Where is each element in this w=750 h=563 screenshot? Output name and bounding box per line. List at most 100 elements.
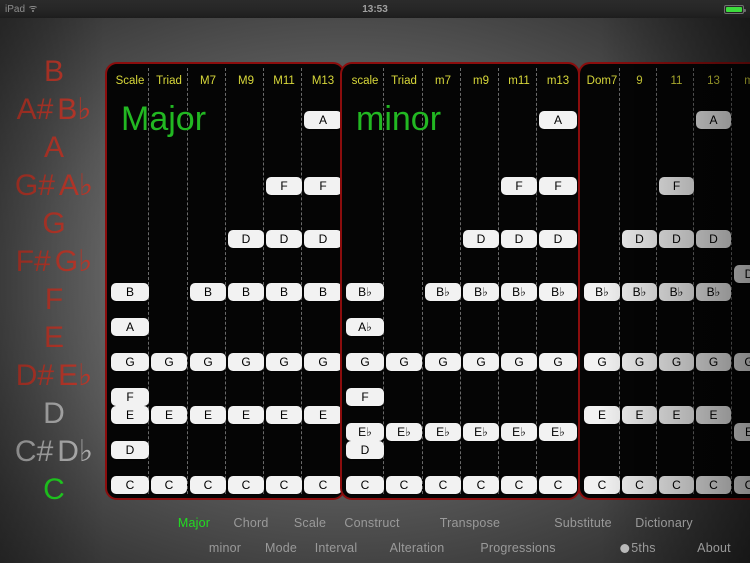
- note-chip[interactable]: D: [111, 441, 149, 459]
- note-chip[interactable]: B♭: [463, 283, 499, 301]
- note-chip[interactable]: B: [190, 283, 226, 301]
- menu-item-interval[interactable]: Interval: [315, 541, 358, 555]
- note-chip[interactable]: B♭: [539, 283, 577, 301]
- note-chip[interactable]: A: [111, 318, 149, 336]
- note-chip[interactable]: C: [346, 476, 384, 494]
- note-chip[interactable]: D: [346, 441, 384, 459]
- note-chip[interactable]: C: [734, 476, 750, 494]
- note-chip[interactable]: G: [228, 353, 264, 371]
- note-chip[interactable]: G: [622, 353, 657, 371]
- note-chip[interactable]: C: [622, 476, 657, 494]
- menu-item-progressions[interactable]: Progressions: [480, 541, 555, 555]
- note-chip[interactable]: C: [659, 476, 694, 494]
- column-header-m13[interactable]: M13: [304, 73, 342, 89]
- note-sharp-label[interactable]: F#: [16, 247, 51, 277]
- note-chip[interactable]: F: [304, 177, 342, 195]
- menu-item-construct[interactable]: Construct: [344, 516, 399, 530]
- note-sharp-label[interactable]: A#: [17, 95, 54, 125]
- note-chip[interactable]: C: [266, 476, 302, 494]
- note-chip[interactable]: C: [190, 476, 226, 494]
- note-chip[interactable]: G: [266, 353, 302, 371]
- note-chip[interactable]: E: [304, 406, 342, 424]
- column-header-m7[interactable]: m7: [425, 73, 461, 89]
- radio-icon[interactable]: [620, 544, 630, 553]
- note-flat-label[interactable]: A♭: [59, 171, 93, 201]
- note-chip[interactable]: G: [386, 353, 422, 371]
- note-chip[interactable]: C: [151, 476, 187, 494]
- note-chip[interactable]: E: [584, 406, 620, 424]
- note-chip[interactable]: B♭: [501, 283, 537, 301]
- note-chip[interactable]: F: [346, 388, 384, 406]
- note-chip[interactable]: D: [696, 230, 731, 248]
- note-chip[interactable]: C: [501, 476, 537, 494]
- note-chip[interactable]: B♭: [425, 283, 461, 301]
- note-chip[interactable]: B♭: [346, 283, 384, 301]
- column-header-m[interactable]: m: [734, 73, 750, 89]
- note-chip[interactable]: B: [111, 283, 149, 301]
- note-sharp-label[interactable]: B: [44, 57, 64, 87]
- note-chip[interactable]: F: [266, 177, 302, 195]
- note-sharp-label[interactable]: D#: [16, 361, 54, 391]
- menu-item-about[interactable]: About: [697, 541, 731, 555]
- note-chip[interactable]: G: [539, 353, 577, 371]
- note-chip[interactable]: E: [228, 406, 264, 424]
- note-chip[interactable]: E: [266, 406, 302, 424]
- note-chip[interactable]: D: [266, 230, 302, 248]
- note-chip[interactable]: C: [386, 476, 422, 494]
- note-chip[interactable]: E♭: [386, 423, 422, 441]
- note-sharp-label[interactable]: C#: [15, 437, 53, 467]
- ladder-row-C[interactable]: C: [0, 468, 108, 512]
- column-header-m9[interactable]: m9: [463, 73, 499, 89]
- note-chip[interactable]: D: [501, 230, 537, 248]
- note-chip[interactable]: E♭: [346, 423, 384, 441]
- note-chip[interactable]: B: [228, 283, 264, 301]
- note-chip[interactable]: B♭: [584, 283, 620, 301]
- note-chip[interactable]: E♭: [425, 423, 461, 441]
- note-chip[interactable]: F: [539, 177, 577, 195]
- menu-item-5ths[interactable]: 5ths: [620, 541, 656, 555]
- note-chip[interactable]: D: [659, 230, 694, 248]
- note-chip[interactable]: G: [425, 353, 461, 371]
- menu-item-mode[interactable]: Mode: [265, 541, 297, 555]
- column-header-11[interactable]: 11: [659, 73, 694, 89]
- note-chip[interactable]: G: [501, 353, 537, 371]
- note-flat-label[interactable]: E♭: [58, 361, 92, 391]
- note-chip[interactable]: F: [111, 388, 149, 406]
- column-header-m13[interactable]: m13: [539, 73, 577, 89]
- note-chip[interactable]: G: [734, 353, 750, 371]
- column-header-13[interactable]: 13: [696, 73, 731, 89]
- note-chip[interactable]: E: [734, 423, 750, 441]
- note-chip[interactable]: F: [501, 177, 537, 195]
- note-flat-label[interactable]: B♭: [57, 95, 91, 125]
- note-chip[interactable]: B♭: [659, 283, 694, 301]
- note-chip[interactable]: E: [111, 406, 149, 424]
- column-header-m9[interactable]: M9: [228, 73, 264, 89]
- note-sharp-label[interactable]: F: [45, 285, 63, 315]
- note-chip[interactable]: C: [584, 476, 620, 494]
- note-chip[interactable]: G: [463, 353, 499, 371]
- column-header-m7[interactable]: M7: [190, 73, 226, 89]
- note-chip[interactable]: D: [228, 230, 264, 248]
- menu-item-substitute[interactable]: Substitute: [554, 516, 612, 530]
- note-sharp-label[interactable]: A: [44, 133, 64, 163]
- note-chip[interactable]: G: [190, 353, 226, 371]
- column-header-dom7[interactable]: Dom7: [584, 73, 620, 89]
- note-chip[interactable]: C: [539, 476, 577, 494]
- note-chip[interactable]: C: [111, 476, 149, 494]
- note-chip[interactable]: E♭: [501, 423, 537, 441]
- note-sharp-label[interactable]: G#: [15, 171, 55, 201]
- note-chip[interactable]: A: [696, 111, 731, 129]
- note-chip[interactable]: D: [539, 230, 577, 248]
- note-chip[interactable]: F: [659, 177, 694, 195]
- note-chip[interactable]: C: [696, 476, 731, 494]
- note-chip[interactable]: E♭: [463, 423, 499, 441]
- note-chip[interactable]: E♭: [539, 423, 577, 441]
- note-chip[interactable]: C: [228, 476, 264, 494]
- column-header-m11[interactable]: m11: [501, 73, 537, 89]
- column-header-scale[interactable]: Scale: [111, 73, 149, 89]
- bottom-menu[interactable]: Major Chord Scale Construct Transpose Substit…: [0, 508, 750, 563]
- column-header-scale[interactable]: scale: [346, 73, 384, 89]
- note-sharp-label[interactable]: C: [43, 475, 65, 505]
- note-chip[interactable]: D: [463, 230, 499, 248]
- note-chip[interactable]: G: [696, 353, 731, 371]
